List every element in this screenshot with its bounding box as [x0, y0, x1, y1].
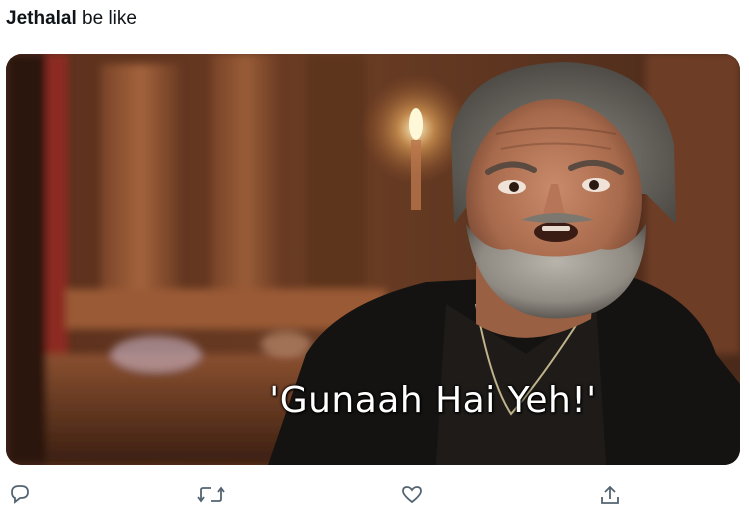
- reply-icon[interactable]: [8, 483, 32, 506]
- retweet-icon[interactable]: [196, 483, 226, 506]
- tweet-text: Jethalal be like: [6, 8, 137, 30]
- tweet-author[interactable]: Jethalal: [6, 8, 77, 29]
- heart-icon[interactable]: [400, 483, 424, 506]
- share-icon[interactable]: [598, 483, 622, 506]
- tweet-body: be like: [76, 8, 137, 29]
- tweet-action-bar: [0, 483, 749, 506]
- meme-caption: 'Gunaah Hai Yeh!': [269, 380, 597, 421]
- tweet-media-image[interactable]: 'Gunaah Hai Yeh!': [6, 54, 740, 465]
